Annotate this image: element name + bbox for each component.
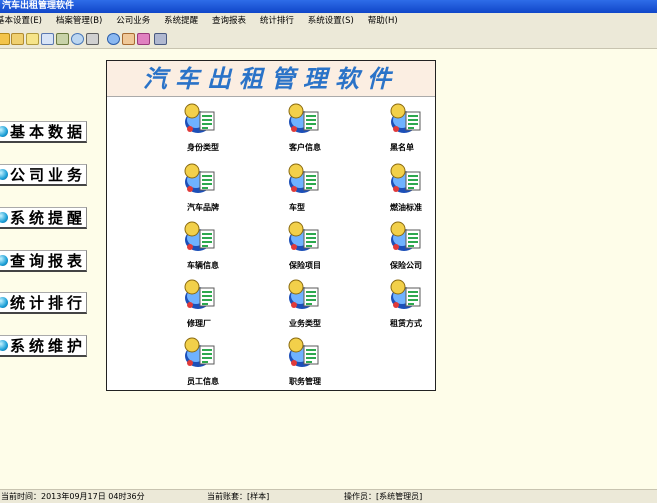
sidebar-label: 公司业务 (10, 166, 87, 184)
menu-archive[interactable]: 档案管理(B) (56, 13, 102, 30)
module-icon (183, 102, 217, 136)
module-icon (183, 278, 217, 312)
module-position-manage[interactable]: 职务管理 (281, 336, 361, 388)
clipboard-icon[interactable] (107, 33, 120, 45)
status-bar: 当前时间：2013年09月17日 04时36分 当前账套：[样本] 操作员：[系… (0, 489, 657, 503)
bullet-icon (0, 340, 8, 351)
module-label: 职务管理 (289, 377, 321, 386)
sidebar-label: 基本数据 (10, 123, 87, 141)
module-icon (389, 278, 423, 312)
module-employee-info[interactable]: 员工信息 (177, 336, 257, 388)
module-rental-mode[interactable]: 租赁方式 (383, 278, 463, 330)
module-car-brand[interactable]: 汽车品牌 (177, 162, 257, 214)
sidebar-label: 统计排行 (10, 294, 87, 312)
sidebar-statistics[interactable]: 统计排行 (0, 292, 87, 314)
module-car-model[interactable]: 车型 (281, 162, 361, 214)
menu-statistics[interactable]: 统计排行 (260, 13, 294, 30)
menu-system-settings[interactable]: 系统设置(S) (308, 13, 354, 30)
calendar-icon[interactable] (41, 33, 54, 45)
module-icon (389, 102, 423, 136)
module-blacklist[interactable]: 黑名单 (383, 102, 463, 154)
sidebar-system-maintenance[interactable]: 系统维护 (0, 335, 87, 357)
print-icon[interactable] (86, 33, 99, 45)
bullet-icon (0, 126, 8, 137)
module-vehicle-info[interactable]: 车辆信息 (177, 220, 257, 272)
module-icon (183, 336, 217, 370)
sidebar-label: 系统提醒 (10, 209, 87, 227)
tools-icon[interactable] (56, 33, 69, 45)
module-icon (287, 162, 321, 196)
sidebar-company-business[interactable]: 公司业务 (0, 164, 87, 186)
bullet-icon (0, 212, 8, 223)
module-label: 车型 (289, 203, 305, 212)
notebook-icon[interactable] (11, 33, 24, 45)
exit-icon[interactable] (154, 33, 167, 45)
module-icon (389, 220, 423, 254)
module-icon (287, 220, 321, 254)
menu-company-business[interactable]: 公司业务 (116, 13, 150, 30)
status-time: 当前时间：2013年09月17日 04时36分 (1, 492, 145, 501)
banner: 汽车出租管理软件 (107, 61, 435, 97)
module-label: 汽车品牌 (187, 203, 219, 212)
user-icon[interactable] (122, 33, 135, 45)
sidebar-system-reminder[interactable]: 系统提醒 (0, 207, 87, 229)
menu-help[interactable]: 帮助(H) (368, 13, 398, 30)
window-title: 汽车出租管理软件 (2, 1, 75, 11)
module-insurance-company[interactable]: 保险公司 (383, 220, 463, 272)
toolbar (0, 30, 657, 49)
module-customer-info[interactable]: 客户信息 (281, 102, 361, 154)
sidebar-query-report[interactable]: 查询报表 (0, 250, 87, 272)
title-bar: 汽车出租管理软件 (0, 0, 657, 13)
menu-system-reminder[interactable]: 系统提醒 (164, 13, 198, 30)
bullet-icon (0, 297, 8, 308)
module-business-type[interactable]: 业务类型 (281, 278, 361, 330)
module-fuel-standard[interactable]: 燃油标准 (383, 162, 463, 214)
module-icon (183, 162, 217, 196)
module-label: 燃油标准 (390, 203, 422, 212)
menu-query-report[interactable]: 查询报表 (212, 13, 246, 30)
module-icon (287, 102, 321, 136)
module-label: 员工信息 (187, 377, 219, 386)
open-folder-icon[interactable] (0, 33, 10, 45)
module-label: 客户信息 (289, 143, 321, 152)
banner-title: 汽车出租管理软件 (143, 64, 399, 93)
module-label: 身份类型 (187, 143, 219, 152)
save-icon[interactable] (26, 33, 39, 45)
sidebar-label: 系统维护 (10, 337, 87, 355)
module-label: 黑名单 (390, 143, 414, 152)
module-label: 车辆信息 (187, 261, 219, 270)
sidebar-basic-data[interactable]: 基本数据 (0, 121, 87, 143)
module-id-type[interactable]: 身份类型 (177, 102, 257, 154)
search-icon[interactable] (71, 33, 84, 45)
module-repair-shop[interactable]: 修理厂 (177, 278, 257, 330)
paint-icon[interactable] (137, 33, 150, 45)
module-label: 业务类型 (289, 319, 321, 328)
module-icon (389, 162, 423, 196)
module-label: 保险项目 (289, 261, 321, 270)
module-label: 修理厂 (187, 319, 211, 328)
module-label: 保险公司 (390, 261, 422, 270)
module-icon (287, 336, 321, 370)
module-icon (287, 278, 321, 312)
bullet-icon (0, 255, 8, 266)
status-operator: 操作员：[系统管理员] (344, 492, 423, 501)
status-account: 当前账套：[样本] (207, 492, 270, 501)
bullet-icon (0, 169, 8, 180)
module-icon (183, 220, 217, 254)
menu-bar: 基本设置(E) 档案管理(B) 公司业务 系统提醒 查询报表 统计排行 系统设置… (0, 13, 657, 30)
module-insurance-item[interactable]: 保险项目 (281, 220, 361, 272)
menu-basic-settings[interactable]: 基本设置(E) (0, 13, 42, 30)
sidebar-label: 查询报表 (10, 252, 87, 270)
module-label: 租赁方式 (390, 319, 422, 328)
